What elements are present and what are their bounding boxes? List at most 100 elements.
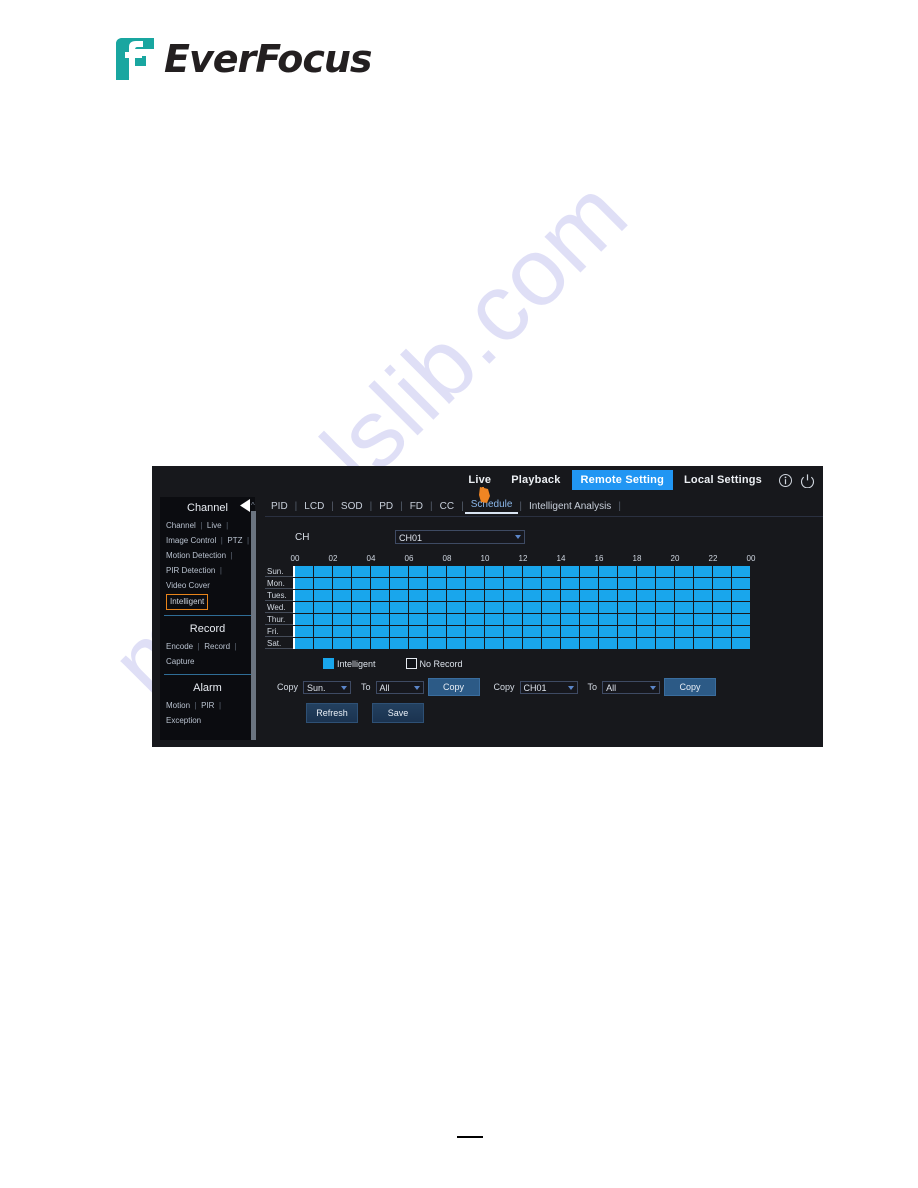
schedule-cell[interactable] [713,626,731,637]
sidebar-collapse-icon[interactable] [240,499,251,512]
schedule-cell[interactable] [485,614,503,625]
schedule-cell[interactable] [428,614,446,625]
copy-day-source-select[interactable]: Sun. [303,680,352,694]
schedule-cell[interactable] [466,614,484,625]
schedule-cell[interactable] [428,638,446,649]
schedule-cell[interactable] [675,602,693,613]
schedule-cell[interactable] [599,614,617,625]
schedule-cell[interactable] [599,578,617,589]
schedule-cell[interactable] [352,602,370,613]
schedule-day-cells[interactable] [293,626,751,637]
schedule-cell[interactable] [561,590,579,601]
schedule-cell[interactable] [485,590,503,601]
schedule-cell[interactable] [428,626,446,637]
schedule-cell[interactable] [390,590,408,601]
schedule-cell[interactable] [390,614,408,625]
schedule-cell[interactable] [656,602,674,613]
schedule-cell[interactable] [333,602,351,613]
schedule-cell[interactable] [314,638,332,649]
schedule-cell[interactable] [485,626,503,637]
schedule-cell[interactable] [371,638,389,649]
schedule-cell[interactable] [618,626,636,637]
sidebar-item-motion[interactable]: Motion [166,699,190,713]
schedule-cell[interactable] [504,578,522,589]
schedule-cell[interactable] [390,566,408,577]
schedule-cell[interactable] [447,590,465,601]
schedule-cell[interactable] [409,638,427,649]
legend-item-intelligent[interactable]: Intelligent [323,658,376,669]
schedule-cell[interactable] [371,626,389,637]
copy-channel-source-select[interactable]: CH01 [519,680,578,694]
schedule-cell[interactable] [504,638,522,649]
sidebar-item-record[interactable]: Record [204,640,230,654]
schedule-cell[interactable] [333,578,351,589]
schedule-cell[interactable] [580,626,598,637]
schedule-cell[interactable] [523,626,541,637]
schedule-cell[interactable] [542,578,560,589]
schedule-cell[interactable] [409,590,427,601]
schedule-cell[interactable] [523,602,541,613]
sidebar-item-channel[interactable]: Channel [166,519,196,533]
schedule-cell[interactable] [656,638,674,649]
schedule-cell[interactable] [656,614,674,625]
schedule-cell[interactable] [713,614,731,625]
schedule-cell[interactable] [732,566,750,577]
schedule-cell[interactable] [333,566,351,577]
schedule-cell[interactable] [466,590,484,601]
schedule-cell[interactable] [447,626,465,637]
schedule-cell[interactable] [333,626,351,637]
schedule-cell[interactable] [561,626,579,637]
schedule-cell[interactable] [371,566,389,577]
schedule-cell[interactable] [428,590,446,601]
schedule-cell[interactable] [504,566,522,577]
schedule-cell[interactable] [637,566,655,577]
schedule-cell[interactable] [580,566,598,577]
schedule-day-cells[interactable] [293,638,751,649]
schedule-cell[interactable] [599,638,617,649]
schedule-cell[interactable] [580,638,598,649]
schedule-cell[interactable] [295,602,313,613]
schedule-cell[interactable] [542,626,560,637]
schedule-cell[interactable] [656,626,674,637]
schedule-cell[interactable] [409,578,427,589]
schedule-cell[interactable] [523,578,541,589]
schedule-cell[interactable] [675,566,693,577]
schedule-cell[interactable] [314,578,332,589]
schedule-cell[interactable] [485,566,503,577]
sidebar-item-encode[interactable]: Encode [166,640,193,654]
sidebar-item-exception[interactable]: Exception [166,714,201,728]
nav-item-remote-setting[interactable]: Remote Setting [571,470,674,490]
schedule-cell[interactable] [466,638,484,649]
schedule-day-cells[interactable] [293,566,751,577]
schedule-cell[interactable] [295,590,313,601]
schedule-cell[interactable] [618,614,636,625]
schedule-cell[interactable] [694,578,712,589]
schedule-cell[interactable] [371,602,389,613]
copy-day-button[interactable]: Copy [427,678,480,696]
schedule-cell[interactable] [732,614,750,625]
refresh-button[interactable]: Refresh [306,703,358,723]
sidebar-item-ptz[interactable]: PTZ [227,534,242,548]
schedule-cell[interactable] [428,602,446,613]
schedule-cell[interactable] [713,578,731,589]
schedule-cell[interactable] [314,566,332,577]
schedule-cell[interactable] [485,578,503,589]
schedule-cell[interactable] [466,566,484,577]
schedule-cell[interactable] [447,638,465,649]
schedule-cell[interactable] [333,590,351,601]
schedule-cell[interactable] [580,614,598,625]
schedule-cell[interactable] [694,590,712,601]
schedule-cell[interactable] [504,590,522,601]
schedule-cell[interactable] [561,638,579,649]
schedule-cell[interactable] [523,566,541,577]
schedule-cell[interactable] [371,614,389,625]
schedule-cell[interactable] [694,566,712,577]
schedule-cell[interactable] [371,578,389,589]
schedule-cell[interactable] [542,590,560,601]
schedule-cell[interactable] [656,566,674,577]
schedule-cell[interactable] [409,566,427,577]
schedule-cell[interactable] [504,614,522,625]
copy-channel-button[interactable]: Copy [664,678,717,696]
nav-item-local-settings[interactable]: Local Settings [675,470,771,490]
schedule-cell[interactable] [675,638,693,649]
